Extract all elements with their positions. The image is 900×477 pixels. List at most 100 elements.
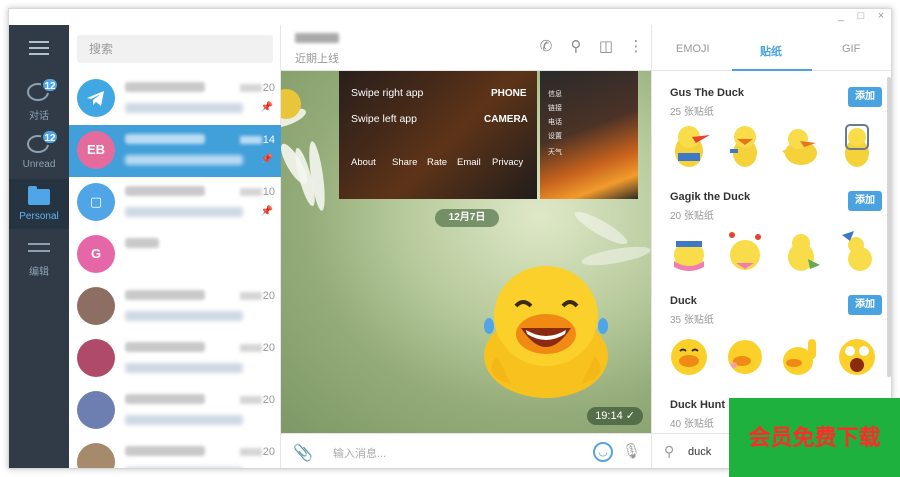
chat-item[interactable]: G [69, 229, 281, 281]
phone-icon[interactable]: ✆ [537, 37, 555, 55]
sticker[interactable] [666, 225, 712, 275]
side-label: 电话 [548, 119, 562, 126]
chat-item[interactable]: 20 [69, 281, 281, 333]
media-message-campfire[interactable]: 信息 链接 电话 设置 天气 [540, 71, 638, 199]
chat-time: 20 [239, 290, 275, 302]
pin-icon: 📌 [260, 102, 273, 113]
chat-item[interactable]: 20 [69, 333, 281, 385]
message-input[interactable]: 输入消息... [333, 445, 386, 461]
chat-background: Swipe right app PHONE Swipe left app CAM… [281, 71, 651, 433]
sticker[interactable] [778, 225, 824, 275]
share-link: Share [392, 157, 418, 168]
folder-rail: 12 对话 12 Unread Personal 编辑 [9, 25, 69, 468]
sticker-set-count: 25 张贴纸 [670, 107, 714, 118]
more-options-icon[interactable]: ⋮ [627, 37, 645, 55]
chat-item[interactable]: 20 [69, 437, 281, 468]
sticker[interactable] [722, 225, 768, 275]
search-icon[interactable]: ⚲ [567, 37, 585, 55]
active-tab-indicator [732, 69, 812, 71]
chat-title-redacted [295, 33, 339, 43]
add-sticker-set-button[interactable]: 添加 [848, 295, 882, 315]
chat-name-redacted [125, 342, 205, 352]
sticker-set-title: Gagik the Duck [670, 191, 751, 203]
add-sticker-set-button[interactable]: 添加 [848, 87, 882, 107]
daisy-petal [571, 206, 631, 250]
maximize-button[interactable]: □ [855, 10, 867, 22]
sticker[interactable] [722, 121, 768, 171]
tab-emoji[interactable]: EMOJI [676, 43, 710, 55]
laughing-duck-sticker[interactable] [471, 256, 621, 406]
close-button[interactable]: × [875, 10, 887, 22]
sticker[interactable] [778, 329, 824, 379]
sticker[interactable] [778, 121, 824, 171]
date-separator: 12月7日 [435, 209, 499, 227]
chat-item[interactable]: 20 [69, 385, 281, 437]
sticker-row [662, 329, 886, 383]
media-message-settings[interactable]: Swipe right app PHONE Swipe left app CAM… [339, 71, 537, 199]
side-label: 天气 [548, 149, 562, 156]
chat-time: 14 [239, 134, 275, 146]
sticker[interactable] [834, 121, 880, 171]
chat-preview-redacted [125, 155, 243, 165]
sticker[interactable] [666, 329, 712, 379]
hamburger-menu-icon[interactable] [29, 41, 49, 57]
sidebar-toggle-icon[interactable]: ◫ [597, 37, 615, 55]
avatar [77, 79, 115, 117]
sticker[interactable] [834, 225, 880, 275]
swipe-left-label: Swipe left app [351, 113, 417, 125]
chat-time: 10 [239, 186, 275, 198]
scrollbar[interactable] [887, 77, 891, 377]
chat-item-active[interactable]: EB 14 📌 [69, 125, 281, 177]
chat-header: 近期上线 ✆ ⚲ ◫ ⋮ [281, 25, 651, 71]
add-sticker-set-button[interactable]: 添加 [848, 191, 882, 211]
microphone-icon[interactable]: 🎙 [622, 442, 641, 460]
chat-name-redacted [125, 238, 159, 248]
side-label: 链接 [548, 105, 562, 112]
chat-preview-redacted [125, 207, 243, 217]
chat-item-telegram[interactable]: 20 📌 [69, 73, 281, 125]
sticker[interactable] [666, 121, 712, 171]
folder-edit[interactable]: 编辑 [9, 231, 69, 281]
avatar [77, 287, 115, 325]
folder-personal[interactable]: Personal [9, 179, 69, 229]
sticker-set-duck: Duck 35 张贴纸 添加 [652, 287, 891, 391]
attach-icon[interactable]: 📎 [293, 443, 313, 463]
folder-icon [28, 186, 50, 205]
unread-badge: 12 [41, 129, 59, 145]
swipe-right-value: PHONE [491, 88, 527, 99]
chat-item[interactable]: ▢ 10 📌 [69, 177, 281, 229]
avatar [77, 443, 115, 468]
chat-name-redacted [125, 82, 205, 92]
folder-unread[interactable]: 12 Unread [9, 127, 69, 177]
privacy-link: Privacy [492, 157, 524, 168]
pin-icon: 📌 [260, 206, 273, 217]
chat-name-redacted [125, 186, 205, 196]
search-input[interactable]: 搜索 [77, 35, 273, 63]
chat-preview-redacted [125, 103, 243, 113]
chat-name-redacted [125, 290, 205, 300]
tab-gif[interactable]: GIF [842, 43, 860, 55]
sticker-search-input[interactable]: duck [688, 446, 711, 458]
folder-label: Personal [19, 211, 59, 222]
sticker-set-count: 40 张贴纸 [670, 419, 714, 430]
side-label: 设置 [548, 133, 562, 140]
chat-time: 20 [239, 394, 275, 406]
tab-stickers[interactable]: 贴纸 [760, 43, 782, 59]
sticker-set-gus-the-duck: Gus The Duck 25 张贴纸 添加 [652, 79, 891, 183]
folder-label: Unread [22, 159, 56, 170]
chat-time: 20 [239, 342, 275, 354]
chat-time: 20 [239, 446, 275, 458]
sticker[interactable] [722, 329, 768, 379]
sticker-set-count: 20 张贴纸 [670, 211, 714, 222]
swipe-right-label: Swipe right app [351, 87, 424, 99]
emoji-icon[interactable]: ◡ [593, 442, 613, 462]
pin-icon: 📌 [260, 154, 273, 165]
chat-name-redacted [125, 394, 205, 404]
swipe-left-value: CAMERA [484, 114, 528, 125]
sticker-set-title: Gus The Duck [670, 87, 744, 99]
sticker-set-title: Duck [670, 295, 697, 307]
chat-preview-redacted [125, 311, 243, 321]
folder-all-chats[interactable]: 12 对话 [9, 75, 69, 125]
sticker[interactable] [834, 329, 880, 379]
minimize-button[interactable]: _ [835, 10, 847, 22]
